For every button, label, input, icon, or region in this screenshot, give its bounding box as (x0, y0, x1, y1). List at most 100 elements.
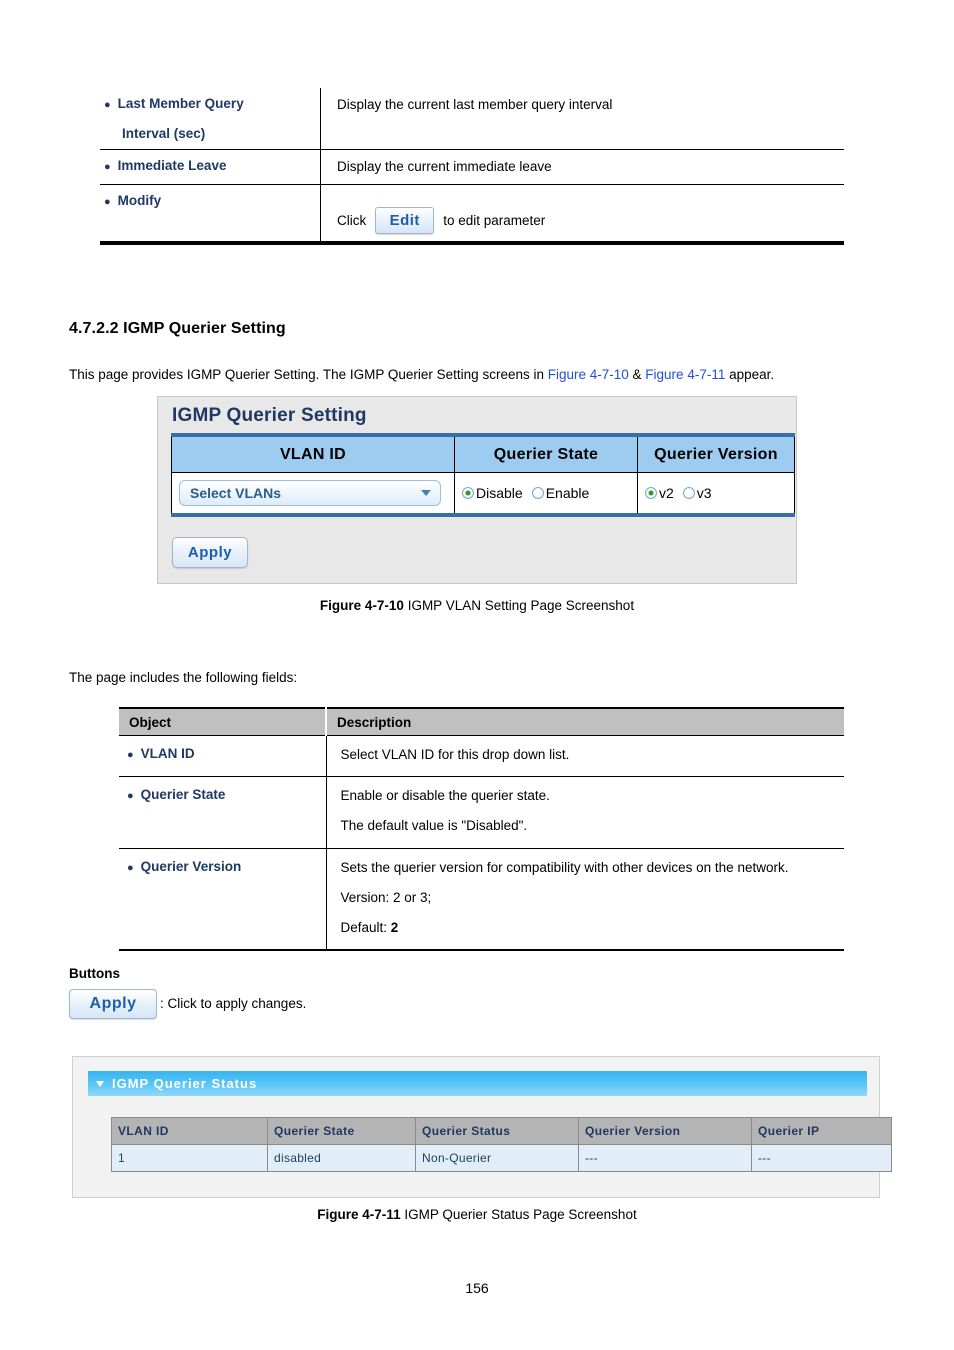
object-label-text: Querier State (140, 787, 226, 803)
table-row: ● Immediate Leave Display the current im… (100, 149, 844, 186)
edit-button[interactable]: Edit (375, 207, 435, 235)
querier-version-cell: v2 v3 (637, 472, 795, 516)
table-header-row: VLAN ID Querier State Querier Version (171, 434, 795, 473)
column-header-querier-state: Querier State (267, 1117, 416, 1145)
bullet-icon: ● (127, 861, 134, 874)
description-line-default: Default: 2 (341, 919, 845, 937)
bullet-icon: ● (127, 790, 134, 803)
bullet-icon: ● (104, 99, 111, 111)
description-line: Enable or disable the querier state. (340, 788, 550, 804)
figure-link-4-7-11[interactable]: Figure 4-7-11 (645, 367, 725, 382)
description-cell: Enable or disable the querier state. The… (326, 776, 844, 849)
table-bottom-rule (100, 241, 844, 245)
table-row: ● Querier State Enable or disable the qu… (119, 776, 844, 849)
column-header-vlan-id: VLAN ID (171, 434, 455, 473)
object-cell: ● VLAN ID (119, 735, 327, 778)
bullet-icon: ● (104, 196, 111, 209)
radio-querier-state-enable[interactable]: Enable (531, 485, 590, 501)
object-cell: ● Last Member Query Interval (sec) (100, 88, 321, 150)
bullet-icon: ● (104, 161, 111, 173)
object-label-text: Modify (117, 193, 162, 209)
table-row: ● Modify Click Edit to edit parameter (100, 184, 844, 244)
description-cell: Select VLAN ID for this drop down list. (326, 735, 844, 778)
radio-icon-checked[interactable] (645, 487, 657, 499)
click-prefix-text: Click (337, 212, 367, 228)
querier-status-table: VLAN ID Querier State Querier Status Que… (111, 1117, 892, 1172)
description-text: Display the current immediate leave (337, 159, 552, 174)
buttons-section-heading: Buttons (69, 966, 120, 981)
object-label-last-member-query: ● Last Member Query (104, 96, 320, 111)
figure-caption-label: Figure 4-7-10 (319, 598, 404, 613)
cell-querier-version: --- (578, 1144, 752, 1172)
cell-querier-state: disabled (267, 1144, 416, 1172)
figure-link-4-7-10[interactable]: Figure 4-7-10 (548, 367, 629, 382)
vlan-id-cell: Select VLANs (171, 472, 455, 516)
default-value: 2 (390, 920, 399, 936)
description-cell: Display the current last member query in… (320, 88, 844, 150)
caret-down-icon[interactable] (96, 1080, 104, 1087)
radio-querier-version-v2[interactable]: v2 (645, 485, 674, 501)
querier-state-cell: Disable Enable (454, 472, 638, 516)
intro-text-part1: This page provides IGMP Querier Setting.… (69, 367, 548, 382)
select-vlans-value: Select VLANs (190, 485, 282, 501)
buttons-section-row: Apply : Click to apply changes. (69, 989, 306, 1019)
description-cell: Display the current immediate leave (320, 149, 844, 186)
querier-state-radio-group: Disable Enable (462, 485, 630, 501)
continued-parameter-table: ● Last Member Query Interval (sec) Displ… (100, 88, 844, 244)
radio-querier-state-disable[interactable]: Disable (462, 485, 523, 501)
intro-ampersand: & (628, 367, 646, 382)
querier-setting-table: VLAN ID Querier State Querier Version Se… (171, 433, 795, 517)
figure-caption-text: IGMP Querier Status Page Screenshot (400, 1207, 637, 1222)
radio-querier-version-v3[interactable]: v3 (682, 485, 712, 501)
table-header-row: VLAN ID Querier State Querier Status Que… (111, 1117, 892, 1145)
status-panel-header[interactable]: IGMP Querier Status (88, 1071, 867, 1096)
panel-title: IGMP Querier Setting (172, 405, 367, 426)
apply-button[interactable]: Apply (172, 537, 248, 568)
radio-icon-unchecked[interactable] (682, 487, 695, 499)
bullet-icon: ● (127, 749, 134, 761)
igmp-querier-status-panel: IGMP Querier Status VLAN ID Querier Stat… (72, 1056, 892, 1198)
object-label-immediate-leave: ● Immediate Leave (104, 158, 320, 173)
apply-button[interactable]: Apply (69, 989, 157, 1019)
table-row: Select VLANs Disable Enable v2 v3 (171, 472, 795, 516)
click-suffix-text: to edit parameter (443, 212, 546, 228)
column-header-querier-version: Querier Version (578, 1117, 752, 1145)
object-label-text: VLAN ID (140, 746, 195, 761)
page-number: 156 (465, 1280, 489, 1296)
column-header-querier-status: Querier Status (415, 1117, 579, 1145)
cell-vlan-id: 1 (111, 1144, 268, 1172)
object-label-text: Querier Version (140, 858, 242, 874)
object-cell: ● Querier Version (119, 848, 327, 952)
description-line: The default value is "Disabled". (340, 818, 528, 834)
default-label: Default: (340, 920, 391, 936)
object-label-modify: ● Modify (104, 193, 320, 208)
object-description-table: Object Description ● VLAN ID Select VLAN… (119, 707, 845, 952)
object-label-text: Immediate Leave (117, 158, 227, 173)
querier-version-radio-group: v2 v3 (645, 485, 787, 501)
radio-icon-unchecked[interactable] (531, 487, 544, 499)
radio-icon-checked[interactable] (462, 487, 474, 499)
column-header-object: Object (119, 707, 327, 736)
description-line: Select VLAN ID for this drop down list. (340, 747, 570, 762)
column-header-vlan-id: VLAN ID (111, 1117, 268, 1145)
column-header-querier-state: Querier State (454, 434, 638, 473)
apply-button-caption: : Click to apply changes. (160, 996, 307, 1011)
radio-label: Enable (545, 485, 590, 501)
column-header-description: Description (326, 707, 844, 736)
object-cell: ● Modify (100, 184, 321, 244)
edit-instruction-row: Click Edit to edit parameter (337, 207, 844, 235)
radio-label: v3 (696, 485, 712, 501)
cell-querier-ip: --- (751, 1144, 892, 1172)
intro-text-part2: appear. (725, 367, 775, 382)
fields-intro-text: The page includes the following fields: (69, 670, 298, 685)
figure-caption-4-7-10: Figure 4-7-10 IGMP VLAN Setting Page Scr… (0, 598, 954, 613)
figure-caption-4-7-11: Figure 4-7-11 IGMP Querier Status Page S… (0, 1207, 954, 1222)
table-header-row: Object Description (119, 707, 844, 736)
select-vlans-dropdown[interactable]: Select VLANs (179, 480, 441, 506)
figure-caption-label: Figure 4-7-11 (317, 1207, 401, 1222)
object-label-querier-state: ● Querier State (127, 787, 326, 802)
column-header-querier-version: Querier Version (637, 434, 795, 473)
radio-label: v2 (659, 485, 674, 501)
object-cell: ● Querier State (119, 776, 327, 849)
radio-label: Disable (476, 485, 523, 501)
